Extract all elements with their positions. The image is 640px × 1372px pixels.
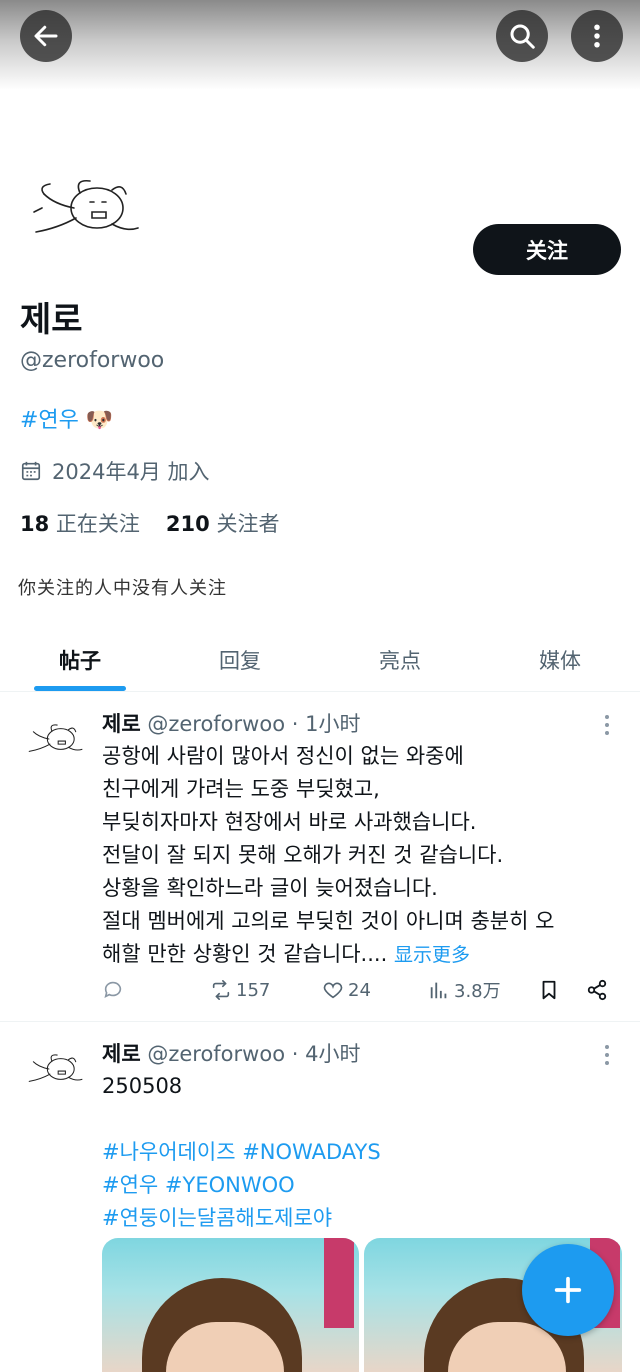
heart-icon <box>323 982 343 999</box>
bookmark-icon <box>542 980 556 1000</box>
more-button[interactable] <box>571 10 623 62</box>
retweet-button[interactable]: 157 <box>210 970 270 1010</box>
retweet-icon <box>212 980 230 1000</box>
profile-handle: @zeroforwoo <box>20 348 165 373</box>
profile-bio: #연우 🐶 <box>20 402 113 434</box>
post-actions: 157 24 3.8万 <box>102 970 622 1010</box>
views-count: 3.8万 <box>454 981 501 1002</box>
reply-button[interactable] <box>102 970 124 1010</box>
tab-highlights[interactable]: 亮点 <box>320 628 480 691</box>
following-label: 正在关注 <box>55 512 140 536</box>
post-meta: 제로 @zeroforwoo · 4小时 <box>102 1038 360 1068</box>
post-line: 전달이 잘 되지 못해 오해가 커진 것 같습니다. <box>102 843 504 867</box>
followers-count: 210 <box>165 512 210 536</box>
post-avatar[interactable] <box>22 716 84 762</box>
bar-chart-icon <box>430 982 447 999</box>
post-text: 250508 #나우어데이즈 #NOWADAYS #연우 #YEONWOO #연… <box>102 1070 622 1235</box>
post-line: 부딪히자마자 현장에서 바로 사과했습니다. <box>102 810 477 834</box>
compose-button[interactable] <box>522 1244 614 1336</box>
post-hashtags[interactable]: #연우 #YEONWOO <box>102 1169 622 1202</box>
follow-stats: 18 正在关注 210 关注者 <box>20 508 279 538</box>
bio-hashtag[interactable]: #연우 <box>20 408 79 433</box>
post-text: 공항에 사람이 많아서 정신이 없는 와중에 친구에게 가려는 도중 부딪혔고,… <box>102 740 622 972</box>
bookmark-button[interactable] <box>538 970 560 1010</box>
plus-icon <box>554 1276 582 1304</box>
search-icon <box>510 24 535 49</box>
post-author-handle[interactable]: @zeroforwoo <box>147 1042 285 1066</box>
following-count: 18 <box>20 512 50 536</box>
post-line: 친구에게 가려는 도중 부딪혔고, <box>102 777 380 801</box>
post-hashtags[interactable]: #연둥이는달콤해도제로야 <box>102 1202 622 1235</box>
search-button[interactable] <box>496 10 548 62</box>
arrow-left-icon <box>34 25 58 47</box>
followers-you-know-note: 你关注的人中没有人关注 <box>18 578 227 599</box>
post-more-icon[interactable] <box>600 1042 614 1068</box>
more-vertical-icon <box>594 24 600 48</box>
post-line: 절대 멤버에게 고의로 부딪힌 것이 아니며 충분히 오 <box>102 909 555 933</box>
reply-icon <box>104 981 122 998</box>
share-button[interactable] <box>586 970 608 1010</box>
tab-posts[interactable]: 帖子 <box>0 628 160 691</box>
following-link[interactable]: 18 正在关注 <box>20 508 140 538</box>
views-button[interactable]: 3.8万 <box>428 970 501 1010</box>
post-author-name[interactable]: 제로 <box>102 1042 141 1066</box>
media-sign <box>324 1238 354 1328</box>
dog-emoji: 🐶 <box>85 408 114 433</box>
post-author-name[interactable]: 제로 <box>102 712 141 736</box>
like-button[interactable]: 24 <box>322 970 371 1010</box>
post-item[interactable]: 제로 @zeroforwoo · 1小时 공항에 사람이 많아서 정신이 없는 … <box>0 700 640 1020</box>
back-button[interactable] <box>20 10 72 62</box>
followers-label: 关注者 <box>216 512 280 536</box>
header-bar <box>0 0 640 90</box>
post-line: 250508 <box>102 1074 183 1098</box>
profile-name: 제로 <box>20 300 83 340</box>
like-count: 24 <box>348 979 371 1001</box>
profile-avatar[interactable] <box>22 168 142 248</box>
post-line: 해할 만한 상황인 것 같습니다.... 显示更多 <box>102 938 622 972</box>
post-time: · 1小时 <box>291 712 361 736</box>
post-hashtags[interactable]: #나우어데이즈 #NOWADAYS <box>102 1136 622 1169</box>
profile-tabs: 帖子 回复 亮点 媒体 <box>0 628 640 692</box>
share-icon <box>587 979 607 1001</box>
followers-link[interactable]: 210 关注者 <box>166 508 280 538</box>
calendar-icon <box>21 461 41 481</box>
follow-button[interactable]: 关注 <box>473 224 621 275</box>
post-meta: 제로 @zeroforwoo · 1小时 <box>102 708 360 738</box>
post-divider <box>0 1021 640 1022</box>
post-line: 공항에 사람이 많아서 정신이 없는 와중에 <box>102 744 464 768</box>
post-author-handle[interactable]: @zeroforwoo <box>147 712 285 736</box>
post-more-icon[interactable] <box>600 712 614 738</box>
joined-date: 2024年4月 加入 <box>20 456 209 486</box>
post-line-text: 해할 만한 상황인 것 같습니다.... <box>102 942 388 966</box>
joined-text: 2024年4月 加入 <box>52 460 210 484</box>
tab-replies[interactable]: 回复 <box>160 628 320 691</box>
post-time: · 4小时 <box>291 1042 361 1066</box>
post-line: 상황을 확인하느라 글이 늦어졌습니다. <box>102 876 438 900</box>
tab-media[interactable]: 媒体 <box>480 628 640 691</box>
show-more-link[interactable]: 显示更多 <box>394 944 470 966</box>
retweet-count: 157 <box>236 979 271 1001</box>
post-media-image[interactable] <box>102 1238 359 1372</box>
post-avatar[interactable] <box>22 1046 84 1092</box>
